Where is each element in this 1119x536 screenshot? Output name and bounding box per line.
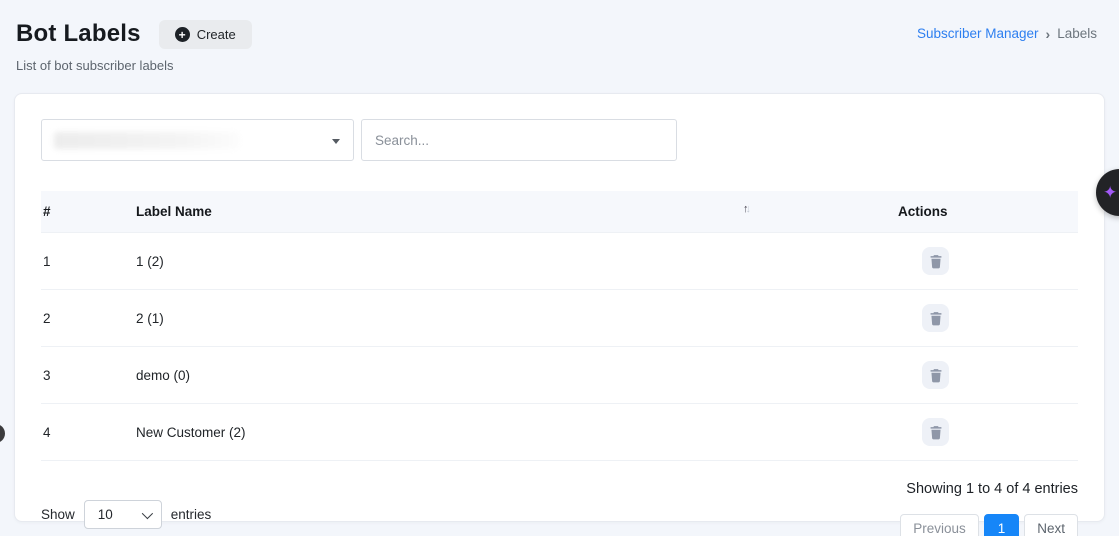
table-footer: Show 10 entries Showing 1 to 4 of 4 entr…	[41, 478, 1078, 536]
labels-table: # Label Name ↑↓ Actions 1 1 (2)	[41, 191, 1078, 461]
column-header-label-text: Label Name	[136, 204, 212, 219]
page-title: Bot Labels	[16, 20, 141, 48]
show-label: Show	[41, 507, 75, 522]
column-header-actions: Actions	[860, 191, 1078, 233]
row-index: 3	[41, 347, 134, 404]
row-index: 2	[41, 290, 134, 347]
pagination-next-button[interactable]: Next	[1024, 514, 1078, 536]
create-button-label: Create	[197, 27, 236, 42]
sparkle-icon: ✦	[1103, 183, 1117, 203]
table-row: 1 1 (2)	[41, 233, 1078, 290]
page-size-select[interactable]: 10	[84, 500, 162, 529]
delete-button[interactable]	[922, 418, 949, 446]
chevron-down-icon	[142, 507, 153, 518]
labels-card: # Label Name ↑↓ Actions 1 1 (2)	[14, 93, 1105, 522]
trash-icon	[929, 254, 943, 269]
show-entries-control: Show 10 entries	[41, 478, 211, 536]
search-input[interactable]	[361, 119, 677, 161]
row-label: 2 (1)	[134, 290, 860, 347]
entries-label: entries	[171, 507, 212, 522]
labels-table-wrap: # Label Name ↑↓ Actions 1 1 (2)	[41, 191, 1078, 461]
filter-controls	[41, 119, 1078, 161]
table-row: 3 demo (0)	[41, 347, 1078, 404]
entries-summary: Showing 1 to 4 of 4 entries	[906, 478, 1078, 497]
row-label: New Customer (2)	[134, 404, 860, 461]
breadcrumb-current: Labels	[1057, 26, 1097, 41]
create-button[interactable]: + Create	[159, 20, 252, 49]
row-index: 1	[41, 233, 134, 290]
trash-icon	[929, 368, 943, 383]
delete-button[interactable]	[922, 304, 949, 332]
table-row: 2 2 (1)	[41, 290, 1078, 347]
left-edge-widget-fragment[interactable]	[0, 424, 5, 443]
row-index: 4	[41, 404, 134, 461]
table-row: 4 New Customer (2)	[41, 404, 1078, 461]
column-header-label-name[interactable]: Label Name ↑↓	[134, 191, 860, 233]
page-subtitle: List of bot subscriber labels	[16, 58, 252, 73]
pagination-page-1-button[interactable]: 1	[984, 514, 1020, 536]
table-header-row: # Label Name ↑↓ Actions	[41, 191, 1078, 233]
pagination-previous-button[interactable]: Previous	[900, 514, 979, 536]
page-header: Bot Labels + Create List of bot subscrib…	[0, 0, 1119, 73]
breadcrumb-subscriber-manager[interactable]: Subscriber Manager	[917, 26, 1039, 41]
caret-down-icon	[332, 139, 340, 144]
breadcrumb-separator-icon: ›	[1046, 27, 1051, 41]
delete-button[interactable]	[922, 247, 949, 275]
page-size-value: 10	[98, 507, 113, 522]
breadcrumb: Subscriber Manager › Labels	[917, 26, 1101, 41]
column-header-index[interactable]: #	[41, 191, 134, 233]
trash-icon	[929, 425, 943, 440]
pagination: Previous 1 Next	[900, 514, 1078, 536]
sort-arrows-icon[interactable]: ↑↓	[743, 203, 748, 215]
delete-button[interactable]	[922, 361, 949, 389]
plus-circle-icon: +	[175, 27, 190, 42]
bot-select[interactable]	[41, 119, 354, 161]
bot-select-redacted-value	[54, 132, 239, 149]
row-label: 1 (2)	[134, 233, 860, 290]
row-label: demo (0)	[134, 347, 860, 404]
trash-icon	[929, 311, 943, 326]
